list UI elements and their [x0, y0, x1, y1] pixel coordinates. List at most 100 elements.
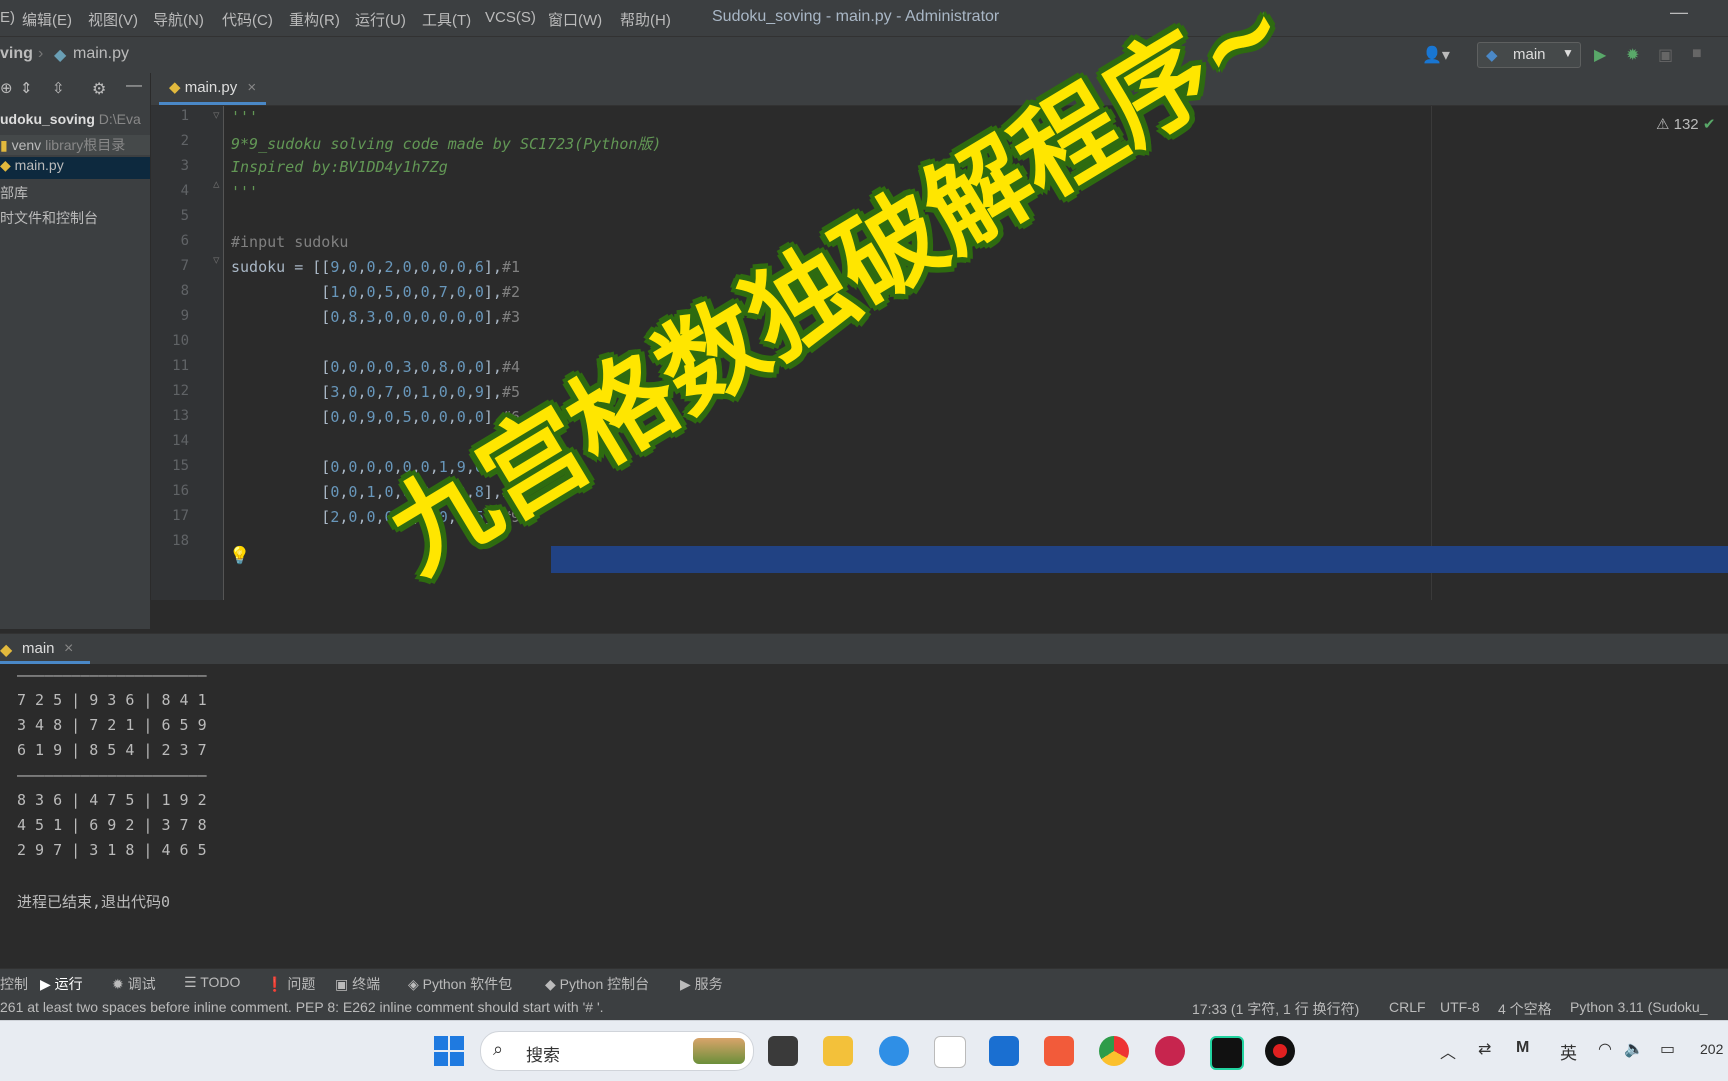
close-icon[interactable]: × [247, 79, 256, 96]
collapse-all-icon[interactable]: ⇳ [52, 79, 65, 97]
fold-icon[interactable]: ▿ [213, 252, 220, 268]
fold-icon[interactable]: ▵ [213, 176, 220, 192]
menu-vcs[interactable]: VCS(S) [485, 9, 536, 26]
tab-services[interactable]: ▶ 服务 [680, 974, 723, 994]
recorder-icon[interactable] [1265, 1036, 1295, 1066]
tab-todo[interactable]: ☰ TODO [184, 974, 240, 991]
tab-python-packages[interactable]: ◈ Python 软件包 [408, 974, 512, 994]
pycharm-icon[interactable] [1210, 1036, 1244, 1070]
tab-main-py[interactable]: ◆ main.py × [159, 73, 267, 105]
run-config-label: main [1513, 46, 1546, 63]
menu-bar: E) 编辑(E) 视图(V) 导航(N) 代码(C) 重构(R) 运行(U) 工… [0, 0, 1728, 36]
code-line: ''' [231, 108, 259, 126]
task-view-icon[interactable] [768, 1036, 798, 1066]
menu-edit[interactable]: 编辑(E) [22, 9, 72, 30]
run-config-selector[interactable]: ◆ main ▼ [1477, 42, 1581, 68]
interpreter-selector[interactable]: Python 3.11 (Sudoku_ [1570, 999, 1708, 1015]
app-m-icon[interactable] [934, 1036, 966, 1068]
fold-icon[interactable]: ▿ [213, 107, 220, 123]
list-icon: ☰ [184, 974, 201, 990]
chevron-down-icon: ▼ [1562, 46, 1574, 60]
raspberry-icon[interactable] [1155, 1036, 1185, 1066]
tree-item-external-libraries[interactable]: 部库 [0, 183, 28, 203]
tab-terminal[interactable]: ▣ 终端 [335, 974, 380, 994]
close-icon[interactable]: × [64, 640, 73, 658]
tab-problems[interactable]: ❗ 问题 [266, 974, 315, 994]
menu-run[interactable]: 运行(U) [355, 9, 406, 30]
coverage-icon[interactable]: ▣ [1658, 45, 1673, 65]
minimize-button[interactable]: — [1670, 2, 1688, 23]
lightbulb-icon[interactable]: 💡 [229, 546, 250, 566]
menu-help[interactable]: 帮助(H) [620, 9, 671, 30]
warning-count: 132 [1673, 116, 1699, 133]
clock[interactable]: 202 [1700, 1041, 1723, 1057]
check-icon: ✔ [1702, 116, 1716, 133]
breadcrumb-project[interactable]: ving [0, 45, 33, 63]
output-line: 7 2 5 | 9 3 6 | 8 4 1 [17, 691, 207, 709]
debug-icon[interactable]: ✹ [1626, 45, 1639, 65]
line-separator[interactable]: CRLF [1389, 999, 1426, 1015]
run-tab-label[interactable]: main [22, 640, 55, 657]
battery-icon[interactable]: ▭ [1660, 1039, 1675, 1059]
tab-run[interactable]: ▶ 运行 [40, 974, 83, 994]
chevron-up-icon[interactable]: ︿ [1440, 1039, 1456, 1063]
tab-debug-label: 调试 [127, 976, 156, 992]
expand-all-icon[interactable]: ⇕ [20, 79, 33, 97]
windows-start-icon[interactable] [434, 1036, 464, 1066]
stop-icon[interactable]: ■ [1692, 45, 1702, 63]
wifi-icon[interactable]: ◠ [1598, 1039, 1612, 1059]
tab-todo-label: TODO [200, 974, 241, 990]
run-output[interactable]: ————————————————————— 7 2 5 | 9 3 6 | 8 4… [0, 664, 1728, 966]
menu-refactor[interactable]: 重构(R) [289, 9, 340, 30]
tab-debug[interactable]: ✹ 调试 [112, 974, 156, 994]
code-line: [1,0,0,5,0,0,7,0,0],#2 [231, 283, 520, 301]
user-icon[interactable]: 👤▾ [1422, 45, 1450, 65]
tree-item-main-py[interactable]: ◆ main.py [0, 157, 150, 179]
line-number: 12 [172, 383, 189, 399]
project-root[interactable]: udoku_soving D:\Eva [0, 111, 141, 127]
tab-python-console[interactable]: ◆ Python 控制台 [545, 974, 649, 994]
tree-item-scratches[interactable]: 时文件和控制台 [0, 208, 98, 228]
browser-icon[interactable] [879, 1036, 909, 1066]
menu-navigate[interactable]: 导航(N) [153, 9, 204, 30]
tab-version-control[interactable]: 控制 [0, 974, 28, 994]
tree-item-venv[interactable]: ▮ venv library根目录 [0, 135, 150, 155]
status-message[interactable]: 261 at least two spaces before inline co… [0, 999, 604, 1015]
output-line: 进程已结束,退出代码0 [17, 893, 171, 911]
tray-app-icon[interactable]: M [1516, 1039, 1529, 1057]
menu-code[interactable]: 代码(C) [222, 9, 273, 30]
inspection-widget[interactable]: ⚠ 132 ✔ [1656, 115, 1715, 133]
code-line: Inspired by:BV1DD4y1h7Zg [231, 158, 448, 176]
output-line: 3 4 8 | 7 2 1 | 6 5 9 [17, 716, 207, 734]
info-icon: ❗ [266, 976, 288, 992]
line-number: 14 [172, 433, 189, 449]
menu-window[interactable]: 窗口(W) [548, 9, 602, 30]
code-line: [0,0,0,0,3,0,8,0,0],#4 [231, 358, 520, 376]
window-title: Sudoku_soving - main.py - Administrator [712, 8, 1000, 25]
output-line: ————————————————————— [17, 766, 207, 784]
tray-settings-icon[interactable]: ⇄ [1478, 1039, 1491, 1059]
file-explorer-icon[interactable] [823, 1036, 853, 1066]
ime-indicator[interactable]: 英 [1560, 1039, 1577, 1064]
hide-icon[interactable]: — [126, 77, 142, 95]
venv-label: venv [11, 137, 42, 153]
status-bar: 261 at least two spaces before inline co… [0, 996, 1728, 1020]
caret-position[interactable]: 17:33 (1 字符, 1 行 换行符) [1192, 999, 1359, 1019]
gear-icon[interactable]: ⚙ [92, 79, 106, 99]
locate-icon[interactable]: ⊕ [0, 79, 13, 97]
output-line: ————————————————————— [17, 666, 207, 684]
menu-view[interactable]: 视图(V) [88, 9, 138, 30]
volume-icon[interactable]: 🔈 [1624, 1039, 1644, 1059]
taskbar-search[interactable]: ⌕ 搜索 [480, 1031, 754, 1071]
store-icon[interactable] [989, 1036, 1019, 1066]
menu-tools[interactable]: 工具(T) [422, 9, 471, 30]
line-number: 3 [180, 158, 189, 174]
chrome-icon[interactable] [1099, 1036, 1129, 1066]
file-encoding[interactable]: UTF-8 [1440, 999, 1480, 1015]
indent-setting[interactable]: 4 个空格 [1498, 999, 1552, 1019]
run-icon[interactable]: ▶ [1594, 45, 1606, 65]
folder-icon: ▮ [0, 137, 8, 153]
menu-edit-partial[interactable]: E) [0, 9, 15, 26]
breadcrumb-file[interactable]: main.py [73, 45, 129, 63]
app-store-icon[interactable] [1044, 1036, 1074, 1066]
